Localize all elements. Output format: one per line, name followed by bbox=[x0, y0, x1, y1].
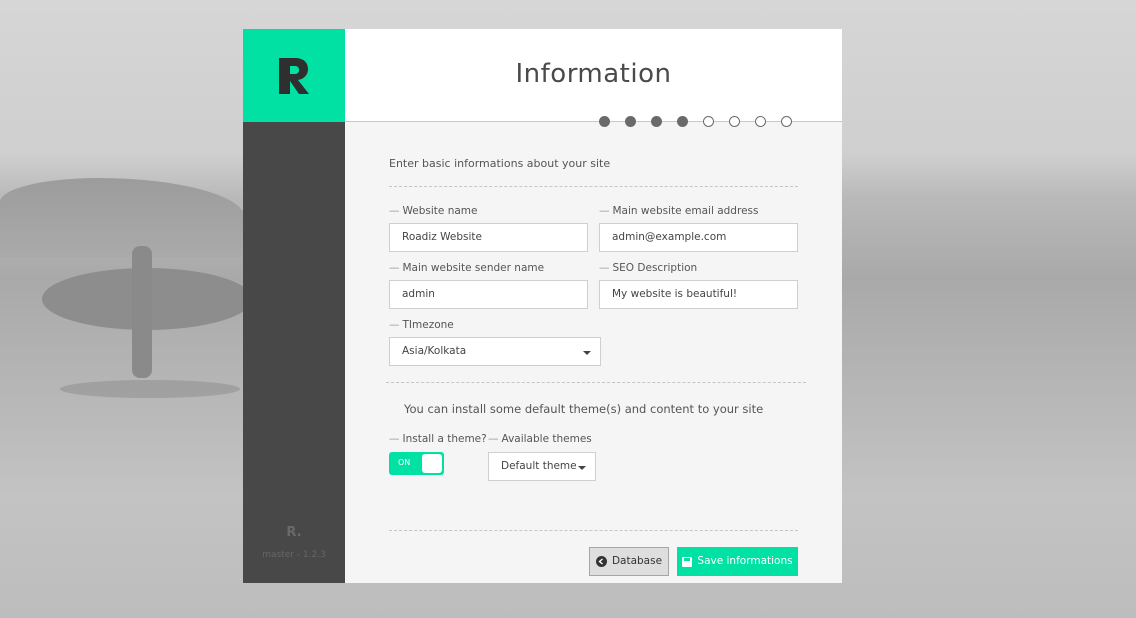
background-shadow bbox=[60, 380, 240, 398]
timezone-select[interactable]: Asia/Kolkata bbox=[389, 337, 601, 366]
website-name-label: — Website name bbox=[389, 205, 478, 217]
timezone-value: Asia/Kolkata bbox=[402, 345, 467, 357]
intro-text: Enter basic informations about your site bbox=[389, 157, 611, 170]
step-dot bbox=[703, 116, 714, 127]
seo-description-label: — SEO Description bbox=[599, 262, 698, 274]
circle-arrow-left-icon bbox=[595, 556, 607, 567]
divider bbox=[389, 530, 798, 531]
sender-name-input[interactable]: admin bbox=[389, 280, 588, 309]
floppy-disk-icon bbox=[682, 556, 693, 567]
step-dot bbox=[651, 116, 662, 127]
background-hill bbox=[0, 178, 245, 258]
step-dot bbox=[677, 116, 688, 127]
mini-logo: R. bbox=[286, 525, 302, 540]
background-person bbox=[132, 246, 152, 378]
divider bbox=[386, 382, 806, 383]
timezone-label: — TImezone bbox=[389, 319, 454, 331]
install-panel: R. master - 1.2.3 Information Enter basi… bbox=[243, 29, 842, 583]
version-label: master - 1.2.3 bbox=[262, 550, 326, 560]
sidebar-footer: R. master - 1.2.3 bbox=[243, 525, 345, 561]
step-dot bbox=[755, 116, 766, 127]
sender-name-label: — Main website sender name bbox=[389, 262, 545, 274]
website-name-input[interactable]: Roadiz Website bbox=[389, 223, 588, 252]
email-input[interactable]: admin@example.com bbox=[599, 223, 798, 252]
install-theme-toggle[interactable]: ON bbox=[389, 452, 444, 475]
email-label: — Main website email address bbox=[599, 205, 759, 217]
step-dot bbox=[625, 116, 636, 127]
themes-intro: You can install some default theme(s) an… bbox=[404, 402, 764, 416]
chevron-down-icon bbox=[578, 466, 586, 470]
sidebar: R. master - 1.2.3 bbox=[243, 29, 345, 583]
toggle-on-text: ON bbox=[398, 458, 411, 467]
available-themes-value: Default theme bbox=[501, 460, 577, 472]
step-dot bbox=[599, 116, 610, 127]
database-button-label: Database bbox=[611, 555, 663, 567]
available-themes-label: — Available themes bbox=[488, 433, 592, 445]
database-button[interactable]: Database bbox=[589, 547, 669, 576]
step-dot bbox=[781, 116, 792, 127]
brand-logo bbox=[243, 29, 345, 122]
install-theme-label: — Install a theme? bbox=[389, 433, 487, 445]
toggle-knob bbox=[422, 454, 442, 473]
page-header: Information bbox=[345, 29, 842, 127]
step-dot bbox=[729, 116, 740, 127]
page-title: Information bbox=[515, 59, 672, 89]
chevron-down-icon bbox=[583, 351, 591, 355]
available-themes-select[interactable]: Default theme bbox=[488, 452, 596, 481]
divider bbox=[389, 186, 798, 187]
roadiz-logo-icon bbox=[279, 57, 309, 94]
step-indicator bbox=[599, 116, 792, 127]
save-informations-button[interactable]: Save informations bbox=[677, 547, 798, 576]
seo-description-input[interactable]: My website is beautiful! bbox=[599, 280, 798, 309]
save-button-label: Save informations bbox=[697, 555, 793, 567]
